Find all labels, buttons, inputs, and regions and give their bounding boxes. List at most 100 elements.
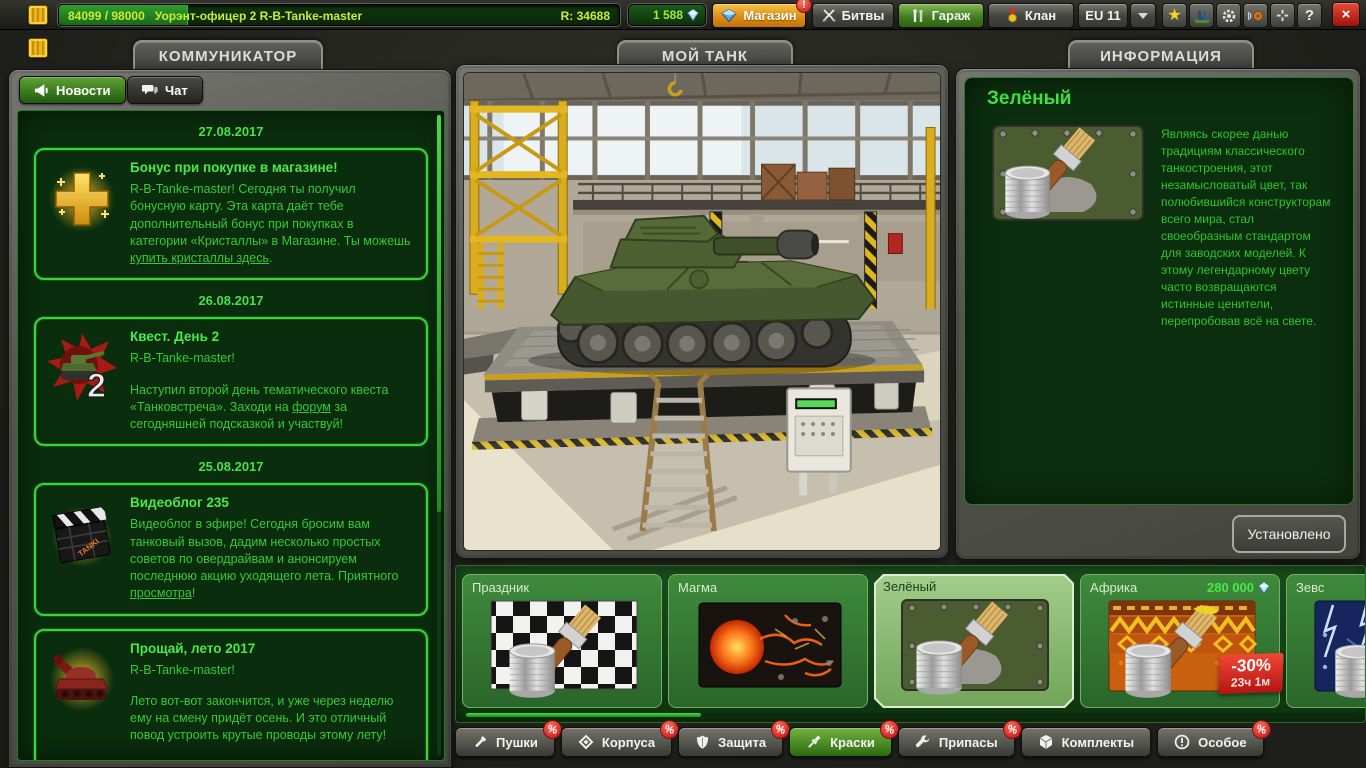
tab-paints[interactable]: Краски % bbox=[789, 717, 901, 757]
news-date: 26.08.2017 bbox=[198, 293, 264, 309]
shield-icon bbox=[697, 735, 709, 749]
paint-preview-green-small bbox=[901, 598, 1049, 696]
tab-guns[interactable]: Пушки % bbox=[455, 717, 564, 757]
news-scrollbar[interactable] bbox=[437, 115, 441, 756]
crossed-swords-icon bbox=[822, 8, 836, 22]
close-icon: × bbox=[1341, 6, 1351, 23]
tab-special[interactable]: Особое % bbox=[1157, 717, 1273, 757]
garage-category-tabs: Пушки % Корпуса % Защита % Краски % Прип… bbox=[455, 717, 1273, 757]
svg-text:2: 2 bbox=[87, 367, 106, 405]
garage-button[interactable]: Гараж bbox=[898, 3, 984, 28]
boots-button[interactable] bbox=[1189, 3, 1214, 28]
paint-item-afrika[interactable]: Африка 280 000 -30% 23ч 1м bbox=[1080, 574, 1284, 708]
close-button[interactable]: × bbox=[1332, 2, 1360, 27]
crystal-icon bbox=[1258, 582, 1270, 594]
tools-icon bbox=[912, 8, 923, 22]
star-icon: ★ bbox=[1167, 6, 1182, 24]
watch-link[interactable]: просмотра bbox=[130, 586, 192, 600]
question-icon: ? bbox=[1304, 7, 1315, 24]
medal-icon bbox=[1007, 8, 1017, 23]
quest-day2-icon: 2 bbox=[47, 333, 117, 405]
paint-item-prazdnik[interactable]: Праздник bbox=[462, 574, 662, 708]
server-dropdown-button[interactable] bbox=[1130, 3, 1156, 28]
fullscreen-icon bbox=[1276, 9, 1289, 22]
forum-link[interactable]: форум bbox=[292, 400, 331, 414]
red-tank-icon bbox=[50, 646, 114, 711]
exclamation-circle-icon bbox=[1174, 734, 1190, 750]
paint-info-box: Зелёный Являясь скорее данью традициям к… bbox=[964, 77, 1354, 505]
paint-item-green-inner: Зелёный bbox=[876, 576, 1072, 706]
crystal-counter[interactable]: 1 588 bbox=[628, 4, 706, 26]
battles-button[interactable]: Битвы bbox=[812, 3, 894, 28]
garage-scene bbox=[464, 73, 940, 550]
server-selector[interactable]: EU 11 bbox=[1078, 3, 1128, 28]
shop-alert-badge: ! bbox=[796, 0, 812, 13]
paint-carousel: Праздник Магма Зелёный Африка 280 000 -3… bbox=[455, 565, 1366, 723]
tab-news[interactable]: Новости bbox=[19, 76, 126, 104]
discount-ribbon: -30% 23ч 1м bbox=[1218, 653, 1284, 695]
paint-preview-zevs bbox=[1314, 600, 1365, 699]
paint-item-zevs[interactable]: Зевс bbox=[1286, 574, 1365, 708]
hull-icon bbox=[578, 734, 594, 750]
communicator-panel: Новости Чат 27.08.2017 Бонус при покупке… bbox=[8, 69, 452, 768]
gold-box-icon-2[interactable] bbox=[28, 38, 48, 58]
gear-icon bbox=[1222, 9, 1235, 22]
crystal-icon bbox=[687, 9, 699, 21]
favorites-button[interactable]: ★ bbox=[1162, 3, 1187, 28]
tab-hulls[interactable]: Корпуса % bbox=[560, 717, 682, 757]
paint-name: Зелёный bbox=[987, 88, 1072, 109]
news-feed: 27.08.2017 Бонус при покупке в магазине!… bbox=[17, 110, 445, 761]
paint-preview-green bbox=[992, 124, 1144, 221]
paint-preview-checker bbox=[490, 600, 638, 699]
gold-plus-icon bbox=[49, 166, 115, 232]
carousel-scrollbar-thumb[interactable] bbox=[466, 713, 701, 717]
box-icon bbox=[1039, 735, 1052, 749]
news-scrollbar-thumb[interactable] bbox=[437, 115, 441, 513]
paint-item-magma[interactable]: Магма bbox=[668, 574, 868, 708]
xp-bar: 84099 / 98000 Уорэнт-офицер 2 R-B-Tanke-… bbox=[58, 4, 620, 26]
clan-button[interactable]: Клан bbox=[988, 3, 1074, 28]
megaphone-icon bbox=[34, 83, 48, 97]
news-list: 27.08.2017 Бонус при покупке в магазине!… bbox=[18, 111, 444, 760]
paint-preview-magma bbox=[698, 602, 842, 688]
tab-protection[interactable]: Защита % bbox=[678, 717, 793, 757]
settings-button[interactable] bbox=[1216, 3, 1241, 28]
shop-button[interactable]: Магазин ! bbox=[712, 0, 812, 28]
xp-and-player: 84099 / 98000 Уорэнт-офицер 2 R-B-Tanke-… bbox=[68, 9, 363, 23]
paintbrush-icon bbox=[808, 735, 821, 748]
carousel-scrollbar[interactable] bbox=[464, 713, 1357, 717]
news-date: 27.08.2017 bbox=[198, 124, 264, 139]
tank-viewport[interactable] bbox=[463, 72, 941, 551]
boots-icon bbox=[1194, 10, 1209, 23]
help-button[interactable]: ? bbox=[1297, 3, 1322, 28]
speaker-icon bbox=[1247, 10, 1263, 21]
news-date: 25.08.2017 bbox=[198, 459, 264, 475]
chevron-down-icon bbox=[1138, 12, 1148, 19]
installed-button[interactable]: Установлено bbox=[1232, 515, 1346, 553]
my-tank-panel bbox=[455, 64, 949, 559]
paint-description: Являясь скорее данью традициям классичес… bbox=[1161, 127, 1331, 329]
paint-item-green-selected[interactable]: Зелёный bbox=[874, 574, 1074, 708]
gold-box-icon[interactable] bbox=[28, 5, 48, 25]
news-item-bonus: Бонус при покупке в магазине! R-B-Tanke-… bbox=[34, 148, 428, 281]
gun-icon bbox=[475, 736, 486, 747]
rating-value: R: 34688 bbox=[560, 9, 610, 23]
information-panel: Зелёный Являясь скорее данью традициям к… bbox=[955, 68, 1361, 560]
tab-supplies[interactable]: Припасы % bbox=[897, 717, 1024, 757]
news-item-summer: Прощай, лето 2017 R-B-Tanke-master! Лето… bbox=[34, 628, 428, 760]
news-item-quest: 2 Квест. День 2 R-B-Tanke-master! Наступ… bbox=[34, 317, 428, 447]
news-item-videoblog: TANKI Видеоблог 235 Видеоблог в эфире! С… bbox=[34, 483, 428, 616]
buy-crystals-link[interactable]: купить кристаллы здесь bbox=[130, 251, 269, 265]
top-bar: 84099 / 98000 Уорэнт-офицер 2 R-B-Tanke-… bbox=[0, 0, 1366, 30]
paint-price: 280 000 bbox=[1207, 580, 1270, 595]
communicator-header: КОММУНИКАТОР bbox=[133, 40, 323, 70]
diamond-icon bbox=[721, 9, 738, 22]
fullscreen-button[interactable] bbox=[1270, 3, 1295, 28]
sound-button[interactable] bbox=[1243, 3, 1268, 28]
wrench-icon bbox=[915, 735, 930, 748]
information-header: ИНФОРМАЦИЯ bbox=[1068, 40, 1254, 70]
clapperboard-icon: TANKI bbox=[52, 506, 112, 568]
tab-chat[interactable]: Чат bbox=[127, 76, 203, 104]
garage-screen: 84099 / 98000 Уорэнт-офицер 2 R-B-Tanke-… bbox=[0, 0, 1366, 768]
tab-kits[interactable]: Комплекты bbox=[1020, 727, 1152, 757]
